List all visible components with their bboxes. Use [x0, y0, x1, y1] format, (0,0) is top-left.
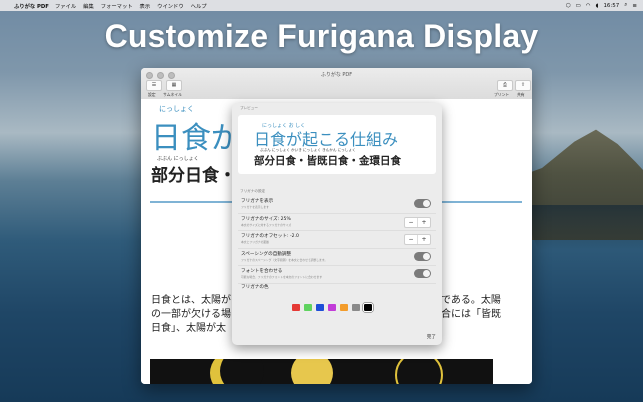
print-label: プリント	[494, 92, 510, 97]
share-label: 共有	[517, 92, 525, 97]
color-swatch[interactable]	[316, 304, 324, 311]
setting-show-furigana: フリガナを表示 フリガナを表示します	[238, 196, 436, 214]
setting-desc: フリガナを表示します	[241, 205, 269, 209]
setting-furigana-offset: フリガナのオフセット: -2.0 本文とフリガナの距離 − +	[238, 231, 436, 249]
body-line: 日食とは、太陽が	[151, 295, 231, 306]
status-area: ⬡ ▭ ◠ ◖ 16:57 ⌕ ≡	[566, 2, 643, 9]
menu-format[interactable]: フォーマット	[101, 2, 133, 10]
annular-eclipse-icon	[395, 359, 443, 384]
share-icon: ⇪	[520, 82, 526, 88]
setting-label: フリガナのサイズ: 25%	[241, 216, 291, 222]
plus-button[interactable]: +	[417, 217, 430, 227]
menubar: ふりがな PDF ファイル 編集 フォーマット 表示 ウインドウ ヘルプ ⬡ ▭…	[0, 0, 643, 11]
preview-title: 日食が起こる仕組み	[254, 130, 399, 149]
color-swatches	[292, 303, 373, 312]
island-shadow	[520, 205, 643, 250]
titlebar: ふりがな PDF ☰ 設定 ▦ サムネイル ⎙ プリント ⇪ 共有	[141, 68, 532, 100]
share-button[interactable]: ⇪	[515, 80, 531, 91]
setting-label: スペーシングの自動調整	[241, 251, 292, 257]
preview-box: にっしょく お しく 日食が起こる仕組み ぶぶん にっしょく かいき にっしょく…	[238, 115, 436, 174]
minus-button[interactable]: −	[405, 218, 417, 227]
print-button[interactable]: ⎙	[497, 80, 513, 91]
body-text-right: である。太陽 合には「皆既	[441, 294, 501, 322]
printer-icon: ⎙	[502, 82, 507, 88]
size-stepper[interactable]: − +	[404, 216, 431, 228]
setting-desc: 本文のサイズに対するフリガナのサイズ	[241, 222, 292, 227]
show-furigana-toggle[interactable]	[414, 199, 431, 208]
clock[interactable]: 16:57	[603, 3, 619, 9]
color-swatch[interactable]	[352, 304, 360, 311]
setting-desc: フリガナのスペーシング（文字間隔）を本文に合わせて調整します。	[241, 257, 328, 262]
offset-stepper[interactable]: − +	[404, 234, 431, 245]
window-title: ふりがな PDF	[320, 72, 353, 78]
setting-desc: 本文とフリガナの距離	[241, 240, 269, 244]
match-font-toggle[interactable]	[414, 269, 431, 278]
body-line: の一部が欠ける場	[151, 309, 231, 320]
body-line: 日食」、太陽が太	[151, 323, 226, 334]
setting-furigana-size: フリガナのサイズ: 25% 本文のサイズに対するフリガナのサイズ − +	[238, 214, 436, 231]
settings-button[interactable]: ☰	[146, 80, 162, 91]
settings-list: フリガナを表示 フリガナを表示します フリガナのサイズ: 25% 本文のサイズに…	[238, 196, 436, 284]
menu-app-name[interactable]: ふりがな PDF	[14, 2, 49, 10]
search-icon[interactable]: ⌕	[624, 2, 627, 9]
settings-label: 設定	[148, 92, 156, 97]
setting-desc: 可能な場合、フリガナのフォントを本文のフォントに合わせます	[241, 275, 323, 279]
plus-button[interactable]: +	[417, 235, 430, 244]
total-eclipse-glow	[291, 359, 333, 384]
setting-label: フォントを合わせる	[241, 269, 283, 274]
menu-help[interactable]: ヘルプ	[191, 2, 207, 10]
thumbnail-label: サムネイル	[163, 92, 182, 97]
done-button[interactable]: 完了	[427, 334, 436, 340]
setting-label: フリガナを表示	[241, 199, 274, 204]
menu-edit[interactable]: 編集	[83, 2, 94, 10]
dropbox-icon[interactable]: ⬡	[566, 3, 571, 9]
body-line: である。太陽	[441, 295, 501, 306]
thumbnail-button[interactable]: ▦	[166, 80, 182, 91]
grid-icon: ▦	[171, 82, 177, 88]
wifi-icon[interactable]: ◠	[586, 3, 591, 9]
sidebar-icon: ☰	[151, 82, 157, 88]
minus-button[interactable]: −	[405, 235, 417, 244]
auto-spacing-toggle[interactable]	[414, 251, 431, 261]
document-title: 日食が	[151, 121, 241, 156]
color-swatch[interactable]	[292, 304, 300, 311]
color-swatch[interactable]	[340, 304, 348, 311]
setting-match-font: フォントを合わせる 可能な場合、フリガナのフォントを本文のフォントに合わせます	[238, 266, 436, 284]
color-swatch[interactable]	[363, 303, 373, 312]
furigana-settings-sheet: プレビュー にっしょく お しく 日食が起こる仕組み ぶぶん にっしょく かいき…	[232, 103, 442, 345]
moon-shadow	[220, 359, 264, 384]
color-swatch[interactable]	[304, 304, 312, 311]
document-subtitle: 部分日食・	[151, 166, 236, 186]
sound-icon[interactable]: ◖	[596, 3, 599, 9]
battery-icon[interactable]: ▭	[576, 3, 581, 9]
body-line: 合には「皆既	[441, 309, 501, 320]
headline: Customize Furigana Display	[104, 18, 539, 54]
section-label: フリガナの設定	[240, 189, 266, 193]
body-text-left: 日食とは、太陽が の一部が欠ける場 日食」、太陽が太	[151, 294, 231, 336]
color-label: フリガナの色	[241, 285, 269, 290]
preview-subtitle: 部分日食・皆既日食・金環日食	[254, 155, 401, 167]
preview-label: プレビュー	[240, 106, 258, 110]
menu-file[interactable]: ファイル	[55, 2, 76, 10]
menu-window[interactable]: ウインドウ	[157, 2, 184, 10]
menu-view[interactable]: 表示	[140, 2, 151, 10]
setting-auto-spacing: スペーシングの自動調整 フリガナのスペーシング（文字間隔）を本文に合わせて調整し…	[238, 249, 436, 266]
color-swatch[interactable]	[328, 304, 336, 311]
eclipse-illustration	[150, 359, 493, 384]
menu-list-icon[interactable]: ≡	[632, 3, 637, 9]
setting-label: フリガナのオフセット: -2.0	[241, 234, 299, 239]
